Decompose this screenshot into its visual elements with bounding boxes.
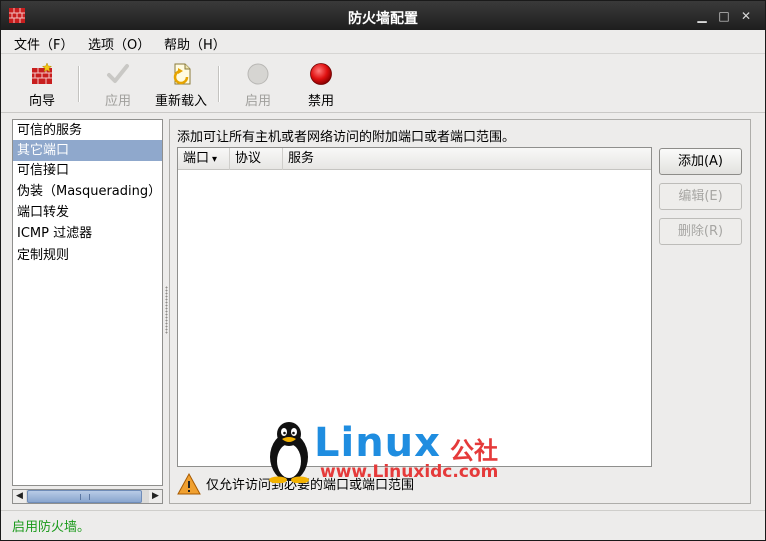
watermark-brand-cn: 公社 <box>450 437 498 465</box>
edit-button[interactable]: 编辑(E) <box>659 183 742 210</box>
scroll-left-icon[interactable]: ◀ <box>13 490 26 503</box>
firewall-config-window: 防火墙配置 ▁ □ ✕ 文件（F） 选项（O） 帮助（H） 向导 应用 重新载入… <box>0 0 766 541</box>
add-button[interactable]: 添加(A) <box>659 148 742 175</box>
wizard-label: 向导 <box>28 94 55 109</box>
maximize-icon[interactable]: □ <box>717 10 731 23</box>
toolbar-separator <box>218 66 220 102</box>
disable-button[interactable]: 禁用 <box>304 62 338 109</box>
nav-custom-rules[interactable]: 定制规则 <box>13 245 162 266</box>
reload-icon <box>173 63 191 85</box>
apply-label: 应用 <box>104 94 131 109</box>
other-ports-description: 添加可让所有主机或者网络访问的附加端口或者端口范围。 <box>177 130 516 145</box>
status-text: 启用防火墙。 <box>12 520 91 535</box>
enable-label: 启用 <box>244 94 271 109</box>
sort-chevron-down-icon: ▾ <box>212 154 218 165</box>
nav-trusted-interfaces[interactable]: 可信接口 <box>13 160 162 181</box>
apply-checkmark-icon <box>107 64 129 83</box>
enable-button[interactable]: 启用 <box>241 62 275 109</box>
category-list-scrollbar[interactable]: ◀ ▶ <box>12 489 163 504</box>
nav-trusted-services[interactable]: 可信的服务 <box>13 120 162 141</box>
scrollbar-thumb[interactable] <box>27 490 142 503</box>
column-service[interactable]: 服务 <box>283 148 651 170</box>
menu-options[interactable]: 选项（O） <box>88 34 150 53</box>
column-port[interactable]: 端口 ▾ <box>178 148 230 170</box>
scroll-right-icon[interactable]: ▶ <box>149 490 162 503</box>
ports-table[interactable]: 端口 ▾ 协议 服务 <box>177 147 652 467</box>
status-bar: 启用防火墙。 <box>1 510 765 540</box>
warning-icon <box>177 472 201 495</box>
nav-icmp-filter[interactable]: ICMP 过滤器 <box>13 223 162 244</box>
apply-button[interactable]: 应用 <box>101 62 135 109</box>
disable-red-circle-icon <box>310 63 332 85</box>
reload-label: 重新载入 <box>154 94 207 109</box>
table-header: 端口 ▾ 协议 服务 <box>178 148 651 170</box>
disable-label: 禁用 <box>307 94 334 109</box>
menu-bar: 文件（F） 选项（O） 帮助（H） <box>1 30 765 54</box>
nav-masquerading[interactable]: 伪装（Masquerading） <box>13 181 162 202</box>
toolbar: 向导 应用 重新载入 启用 禁用 <box>1 54 765 113</box>
column-protocol[interactable]: 协议 <box>230 148 283 170</box>
toolbar-separator <box>78 66 80 102</box>
column-protocol-label: 协议 <box>235 151 262 166</box>
nav-port-forwarding[interactable]: 端口转发 <box>13 202 162 223</box>
minimize-icon[interactable]: ▁ <box>695 10 709 23</box>
category-list[interactable]: 可信的服务 其它端口 可信接口 伪装（Masquerading） 端口转发 IC… <box>12 119 163 486</box>
window-title: 防火墙配置 <box>348 11 418 27</box>
tux-penguin-icon <box>269 422 309 483</box>
reload-button[interactable]: 重新载入 <box>153 62 209 109</box>
menu-help[interactable]: 帮助（H） <box>164 34 226 53</box>
linuxidc-watermark: Linux 公社 www.Linuxidc.com <box>266 421 511 491</box>
pane-resize-handle[interactable] <box>165 286 168 334</box>
wizard-button[interactable]: 向导 <box>25 62 59 109</box>
close-icon[interactable]: ✕ <box>739 10 753 23</box>
watermark-url: www.Linuxidc.com <box>320 462 499 482</box>
menu-file[interactable]: 文件（F） <box>14 34 73 53</box>
grip-icon <box>80 494 90 500</box>
column-port-label: 端口 <box>183 151 210 166</box>
title-bar[interactable]: 防火墙配置 ▁ □ ✕ <box>1 1 765 30</box>
watermark-brand: Linux <box>314 420 441 466</box>
nav-other-ports[interactable]: 其它端口 <box>13 140 162 161</box>
column-service-label: 服务 <box>288 151 315 166</box>
enable-gray-circle-icon <box>247 63 269 85</box>
remove-button[interactable]: 删除(R) <box>659 218 742 245</box>
wizard-icon <box>32 62 53 84</box>
